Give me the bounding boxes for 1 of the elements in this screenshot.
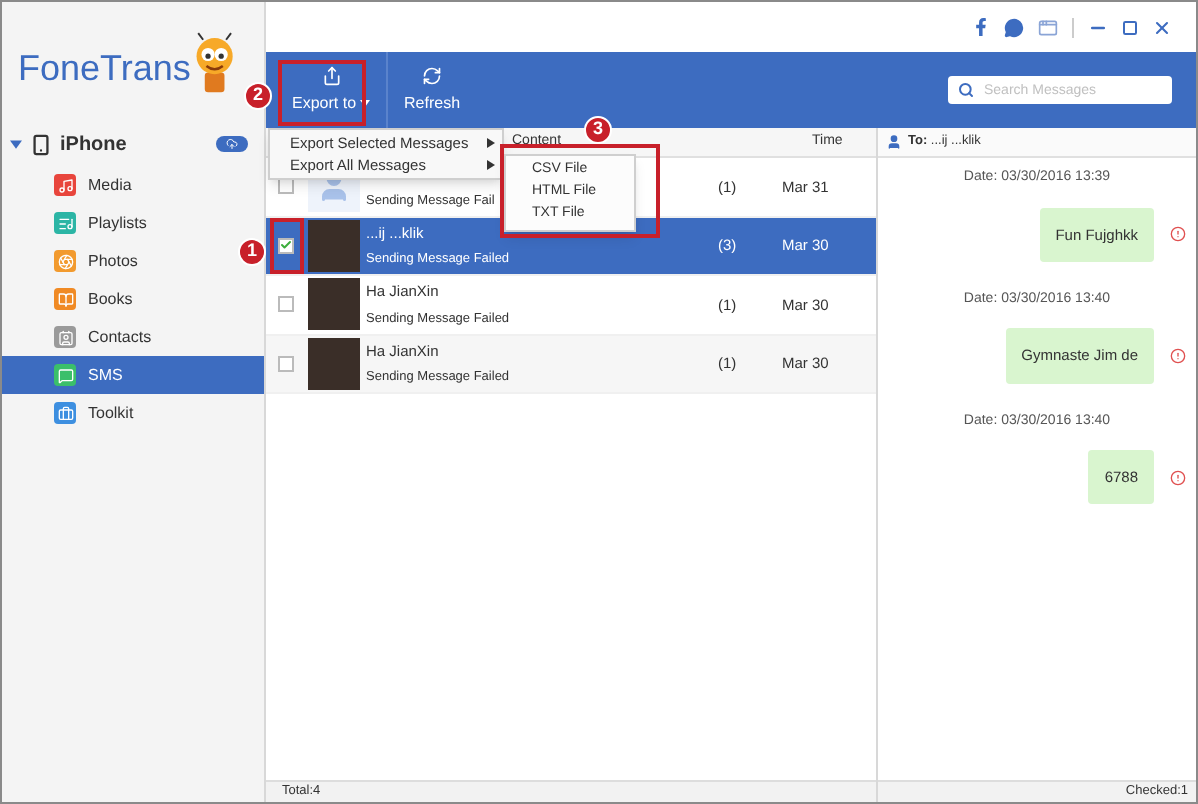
app-logo: FoneTrans	[18, 50, 191, 86]
